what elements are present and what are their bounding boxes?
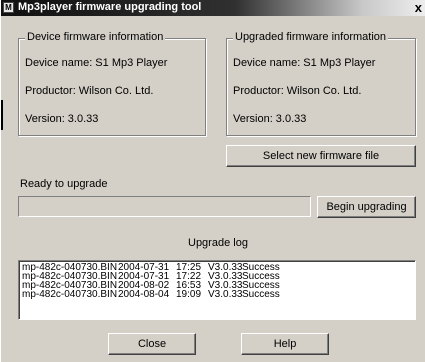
device-firmware-group: Device firmware information Device name:… [18,31,206,136]
log-time: 19:09 [176,289,202,300]
status-text: Ready to upgrade [20,178,108,190]
upgraded-firmware-legend: Upgraded firmware information [233,31,389,43]
device-firmware-legend: Device firmware information [25,31,166,43]
window-edge-artifact [1,100,3,130]
close-window-icon[interactable]: x [415,0,422,15]
device-name-text: Device name: S1 Mp3 Player [25,57,168,69]
select-firmware-file-button[interactable]: Select new firmware file [226,145,416,167]
title-bar[interactable]: M Mp3player firmware upgrading tool x [1,0,425,16]
upgraded-productor-text: Productor: Wilson Co. Ltd. [233,85,362,97]
help-button[interactable]: Help [241,333,329,355]
log-file: mp-482c-040730.BIN [22,289,118,300]
window-title: Mp3player firmware upgrading tool [18,1,202,13]
upgraded-version-text: Version: 3.0.33 [233,113,307,125]
upgraded-firmware-group: Upgraded firmware information Device nam… [226,31,416,136]
device-version-text: Version: 3.0.33 [25,113,99,125]
log-row[interactable]: mp-482c-040730.BIN2004-08-04 19:09 V3.0.33… [22,289,412,300]
upgrade-progress-bar [18,196,311,217]
log-version: V3.0.33 [208,289,243,300]
log-date: 2004-08-04 [118,289,170,300]
upgrade-log-rows: mp-482c-040730.BIN2004-07-31 17:25 V3.0.33… [22,263,412,300]
upgraded-name-text: Device name: S1 Mp3 Player [233,57,376,69]
begin-upgrading-button[interactable]: Begin upgrading [317,196,416,218]
upgrade-log-list[interactable]: mp-482c-040730.BIN2004-07-31 17:25 V3.0.33… [18,260,416,320]
app-window: M Mp3player firmware upgrading tool x De… [0,0,425,362]
device-productor-text: Productor: Wilson Co. Ltd. [25,85,154,97]
app-icon[interactable]: M [3,2,14,13]
close-button[interactable]: Close [108,333,196,355]
log-result: Success [242,289,280,300]
upgrade-log-title: Upgrade log [188,237,248,249]
